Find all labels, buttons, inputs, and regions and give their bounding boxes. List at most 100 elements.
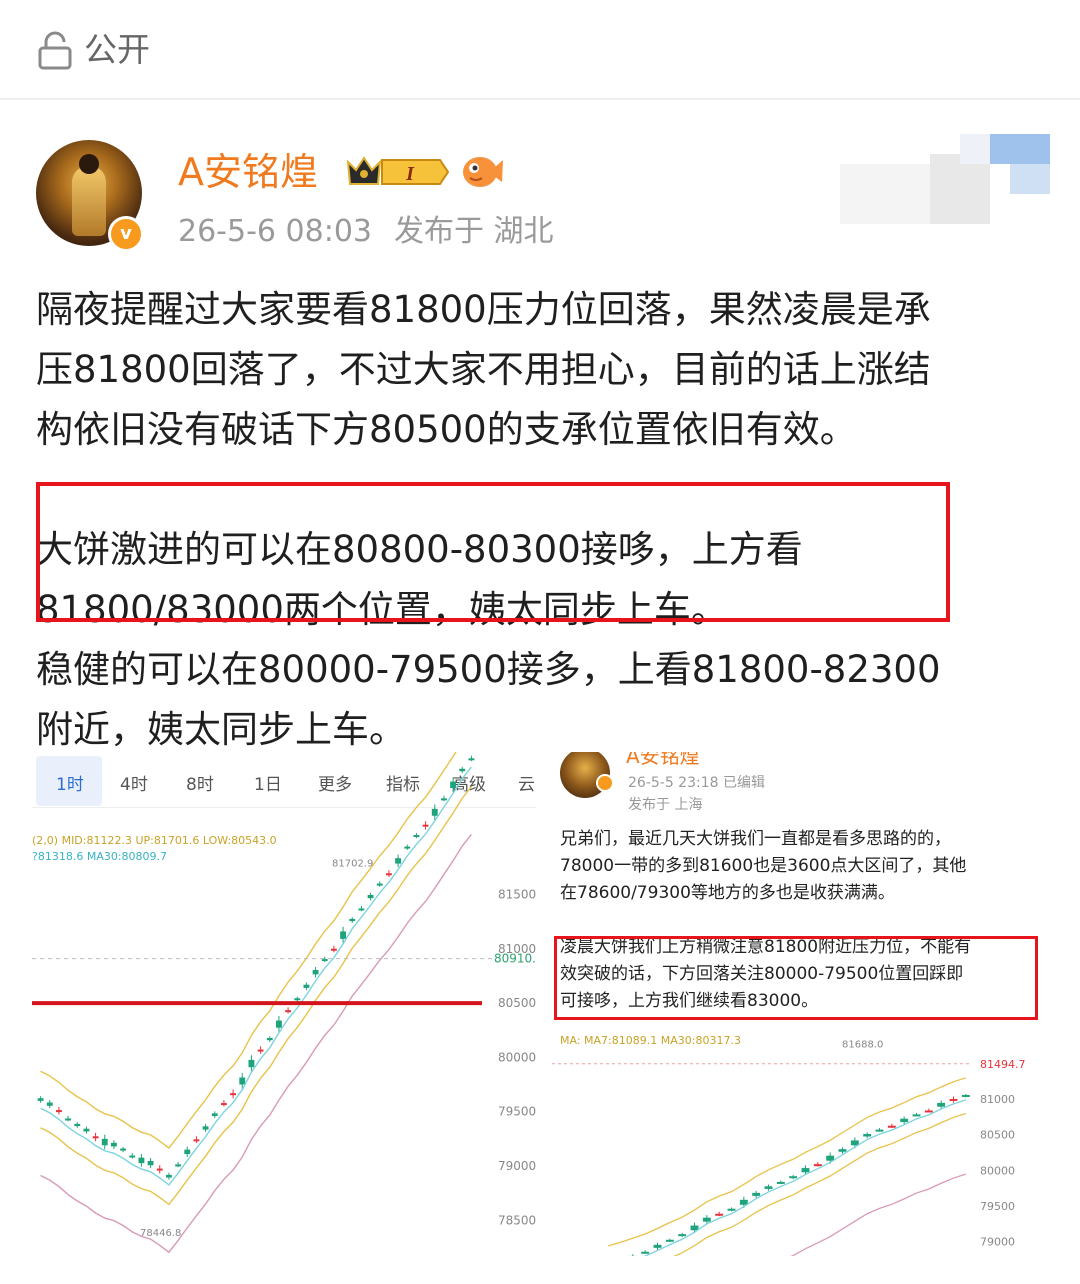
avatar-figure bbox=[72, 166, 106, 236]
candle-body bbox=[175, 1164, 182, 1167]
verified-icon: v bbox=[108, 216, 144, 252]
candle-body bbox=[129, 1155, 136, 1158]
body-line: 构依旧没有破话下方80500的支承位置依旧有效。 bbox=[36, 408, 857, 451]
ma30-line bbox=[40, 833, 472, 1254]
candle-body bbox=[358, 908, 365, 911]
candle-body bbox=[413, 835, 420, 838]
price-axis-label: 80000 bbox=[980, 1164, 1015, 1177]
candle-body bbox=[349, 918, 356, 922]
candle-body bbox=[74, 1123, 81, 1127]
candle-body bbox=[641, 1251, 650, 1254]
boll-lower-line bbox=[673, 1112, 967, 1256]
candle-body bbox=[459, 768, 466, 772]
peak-label: 81702.9 bbox=[332, 858, 373, 869]
price-axis-label: 81500 bbox=[498, 888, 536, 902]
body-line: 稳健的可以在80000-79500接多，上看81800-82300 bbox=[36, 648, 941, 691]
candle-body bbox=[912, 1114, 921, 1117]
candle-body bbox=[37, 1098, 44, 1101]
candle-body bbox=[266, 1038, 273, 1041]
avatar-head bbox=[79, 154, 99, 174]
peak-label: 81688.0 bbox=[842, 1040, 883, 1051]
candle-body bbox=[838, 1149, 847, 1152]
price-axis-label: 81494.7 bbox=[980, 1058, 1026, 1071]
blurred-decoration bbox=[840, 134, 1050, 224]
candle-body bbox=[949, 1098, 958, 1101]
post-time: 26-5-6 08:03 bbox=[178, 214, 372, 249]
candle-body bbox=[385, 873, 392, 876]
crown-badge-icon[interactable]: I bbox=[346, 152, 452, 192]
candle-body bbox=[101, 1138, 108, 1146]
candle-body bbox=[110, 1142, 117, 1147]
candle-body bbox=[138, 1157, 145, 1164]
candle-body bbox=[764, 1186, 773, 1189]
candle-body bbox=[924, 1110, 933, 1113]
candle-body bbox=[294, 998, 301, 1001]
candle-body bbox=[120, 1148, 127, 1151]
lock-icon bbox=[38, 31, 72, 70]
candle-body bbox=[165, 1174, 172, 1178]
body-line: 压81800回落了，不过大家不用担心，目前的话上涨结 bbox=[36, 348, 931, 391]
candle-body bbox=[303, 984, 310, 988]
candle-body bbox=[330, 948, 337, 951]
price-axis-label: 80500 bbox=[498, 996, 536, 1010]
low-label: 78446.8 bbox=[140, 1228, 181, 1239]
candle-body bbox=[850, 1140, 859, 1146]
candle-body bbox=[92, 1136, 99, 1139]
svg-text:I: I bbox=[405, 163, 415, 185]
candle-body bbox=[440, 798, 447, 801]
candle-body bbox=[875, 1129, 884, 1132]
candle-body bbox=[239, 1077, 246, 1085]
chart-image-left[interactable]: 1时 4时 8时 1日 更多 指标 高级 云 (2,0) MID:81122.3… bbox=[32, 752, 536, 1256]
price-axis-label: 78500 bbox=[498, 1213, 536, 1227]
fish-icon bbox=[463, 157, 503, 187]
candle-body bbox=[55, 1110, 62, 1113]
candle-body bbox=[468, 758, 475, 761]
candle-body bbox=[193, 1139, 200, 1142]
post-meta: 26-5-6 08:03 发布于 湖北 bbox=[178, 214, 576, 250]
price-axis-label: 79000 bbox=[980, 1236, 1015, 1249]
ma-line bbox=[643, 1099, 967, 1256]
candle-body bbox=[900, 1118, 909, 1123]
highlight-box bbox=[36, 482, 950, 622]
candle-body bbox=[321, 959, 328, 962]
candle-body bbox=[340, 931, 347, 939]
candle-body bbox=[715, 1213, 724, 1216]
candle-body bbox=[376, 883, 383, 886]
candle-body bbox=[211, 1113, 218, 1116]
candle-body bbox=[83, 1128, 90, 1132]
screenshot-image-right[interactable]: A安铭煌 26-5-5 23:18 已编辑 发布于 上海 兄弟们，最近几天大饼我… bbox=[552, 752, 1048, 1256]
price-axis-label: 81000 bbox=[980, 1093, 1015, 1106]
visibility-label: 公开 bbox=[84, 30, 150, 69]
candle-body bbox=[653, 1244, 662, 1248]
candle-body bbox=[450, 781, 457, 789]
candle-body bbox=[752, 1192, 761, 1196]
candle-body bbox=[431, 808, 438, 816]
candle-body bbox=[275, 1020, 282, 1028]
candle-body bbox=[147, 1160, 154, 1166]
current-price-label: 80910. bbox=[494, 952, 536, 966]
post-location: 发布于 湖北 bbox=[394, 214, 554, 249]
price-axis-label: 79500 bbox=[980, 1200, 1015, 1213]
candle-body bbox=[776, 1181, 785, 1184]
boll-upper-line bbox=[40, 752, 457, 1149]
ma30-line bbox=[790, 1173, 967, 1256]
candle-body bbox=[65, 1118, 72, 1121]
candle-body bbox=[863, 1134, 872, 1137]
visibility-bar[interactable]: 公开 bbox=[0, 0, 1080, 100]
candlestick-chart: 8150081000805008000079500790007850080910… bbox=[32, 752, 536, 1254]
username[interactable]: A安铭煌 bbox=[178, 150, 318, 194]
ma-line bbox=[40, 766, 472, 1186]
candle-body bbox=[937, 1102, 946, 1107]
candle-body bbox=[285, 1010, 292, 1013]
candle-body bbox=[678, 1234, 687, 1237]
price-axis-label: 80500 bbox=[980, 1129, 1015, 1142]
candle-body bbox=[887, 1125, 896, 1128]
candle-body bbox=[395, 858, 402, 864]
candle-body bbox=[690, 1225, 699, 1231]
price-axis-label: 79000 bbox=[498, 1159, 536, 1173]
body-line: 附近，姨太同步上车。 bbox=[36, 708, 406, 751]
candle-body bbox=[789, 1176, 798, 1179]
candle-body bbox=[230, 1093, 237, 1096]
candle-body bbox=[202, 1126, 209, 1130]
candle-body bbox=[312, 969, 319, 975]
